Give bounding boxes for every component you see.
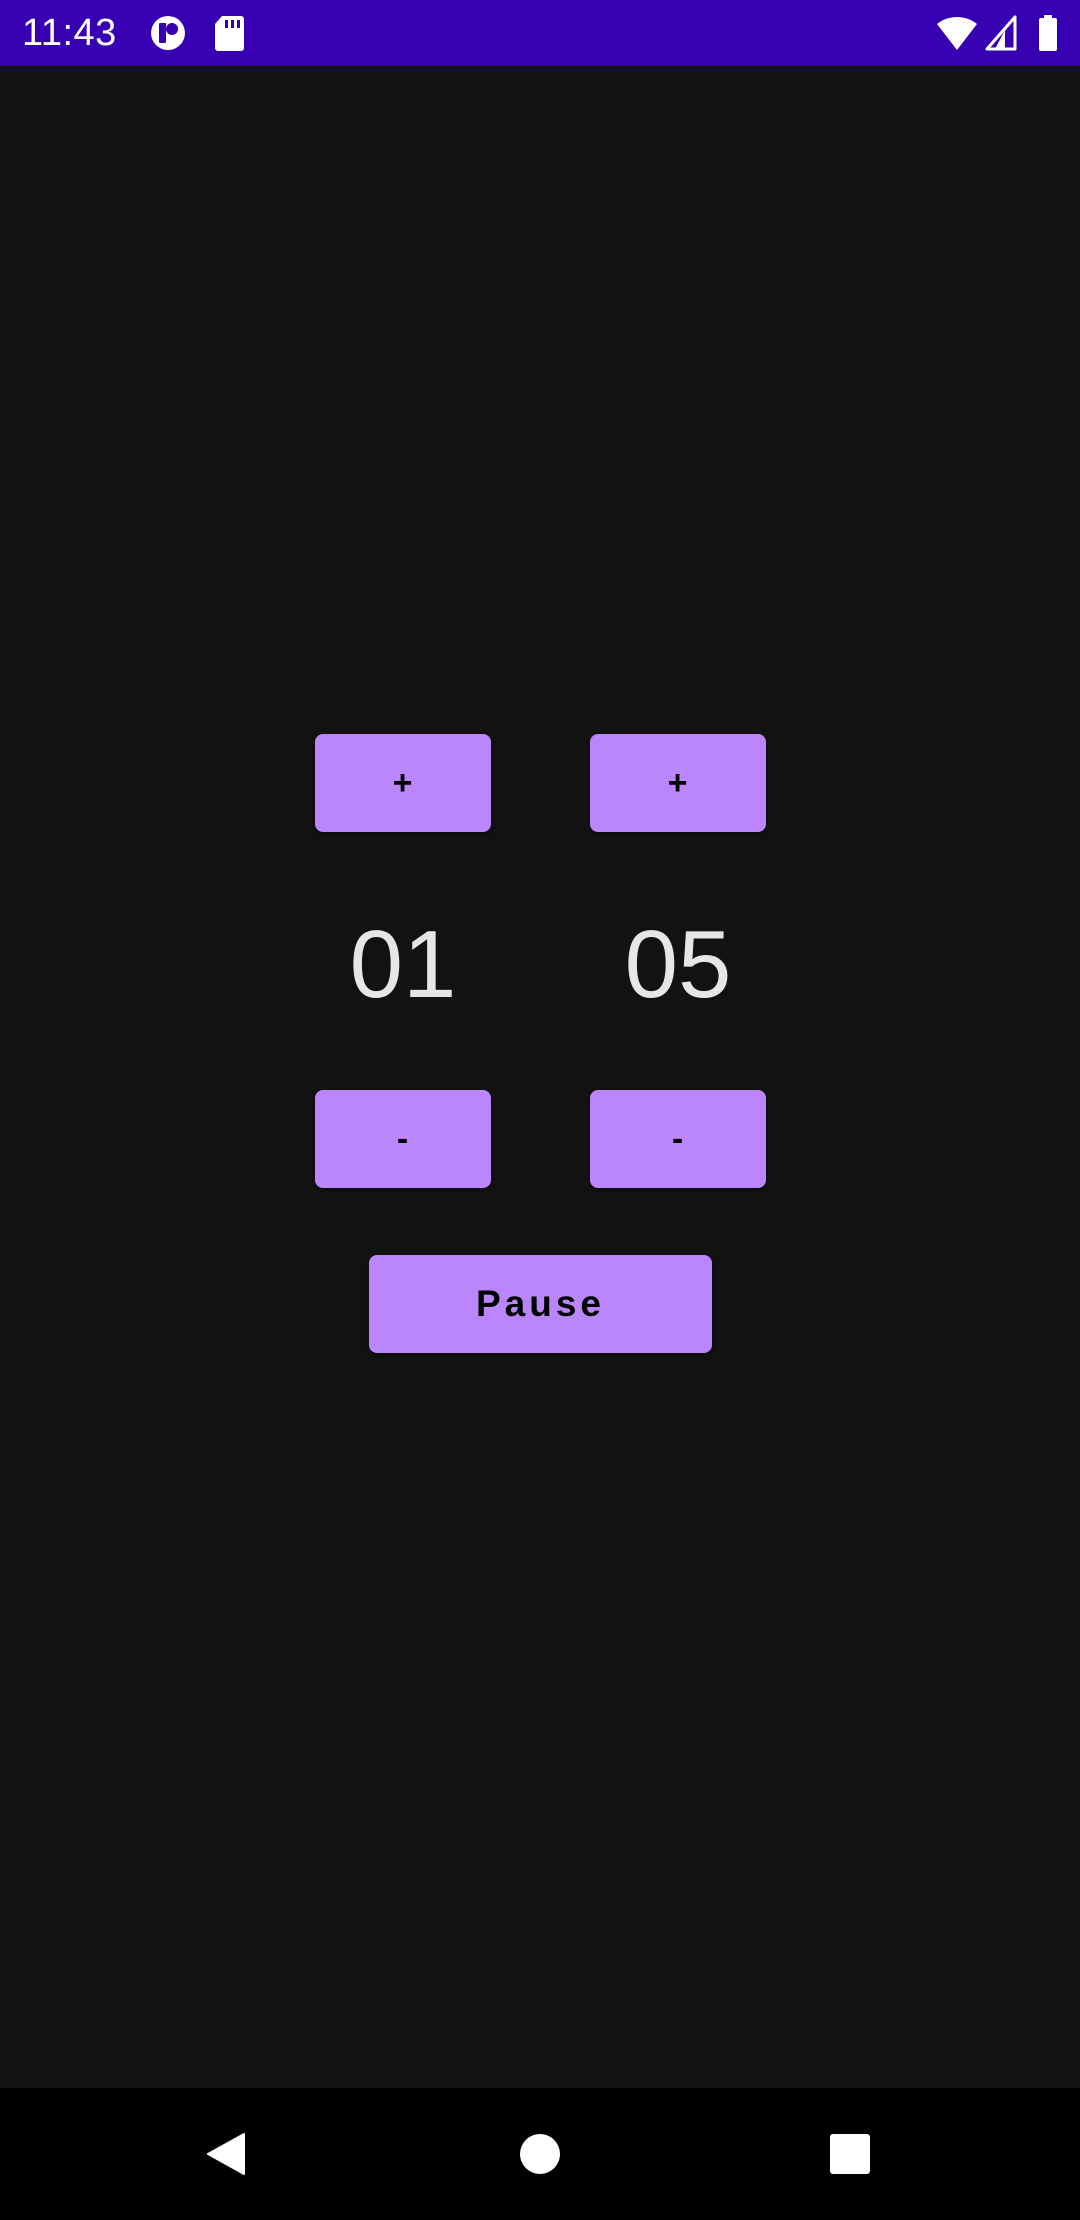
recents-button[interactable] (820, 2124, 880, 2184)
minutes-display: 01 (349, 911, 457, 1018)
battery-icon (1039, 15, 1057, 51)
seconds-display: 05 (624, 911, 732, 1018)
home-button[interactable] (510, 2124, 570, 2184)
back-icon (207, 2133, 245, 2175)
status-bar: 11:43 (0, 0, 1080, 66)
home-icon (520, 2134, 560, 2174)
navigation-bar (0, 2088, 1080, 2220)
status-time: 11:43 (22, 12, 117, 54)
app-notification-icon (151, 16, 185, 50)
wifi-icon (937, 16, 977, 50)
seconds-decrement-button[interactable]: - (590, 1090, 766, 1188)
sd-card-icon (215, 16, 244, 51)
recents-icon (830, 2134, 870, 2174)
minutes-increment-button[interactable]: + (315, 734, 491, 832)
pause-button[interactable]: Pause (369, 1255, 712, 1353)
seconds-increment-button[interactable]: + (590, 734, 766, 832)
back-button[interactable] (196, 2124, 256, 2184)
signal-icon (985, 15, 1017, 51)
minutes-decrement-button[interactable]: - (315, 1090, 491, 1188)
